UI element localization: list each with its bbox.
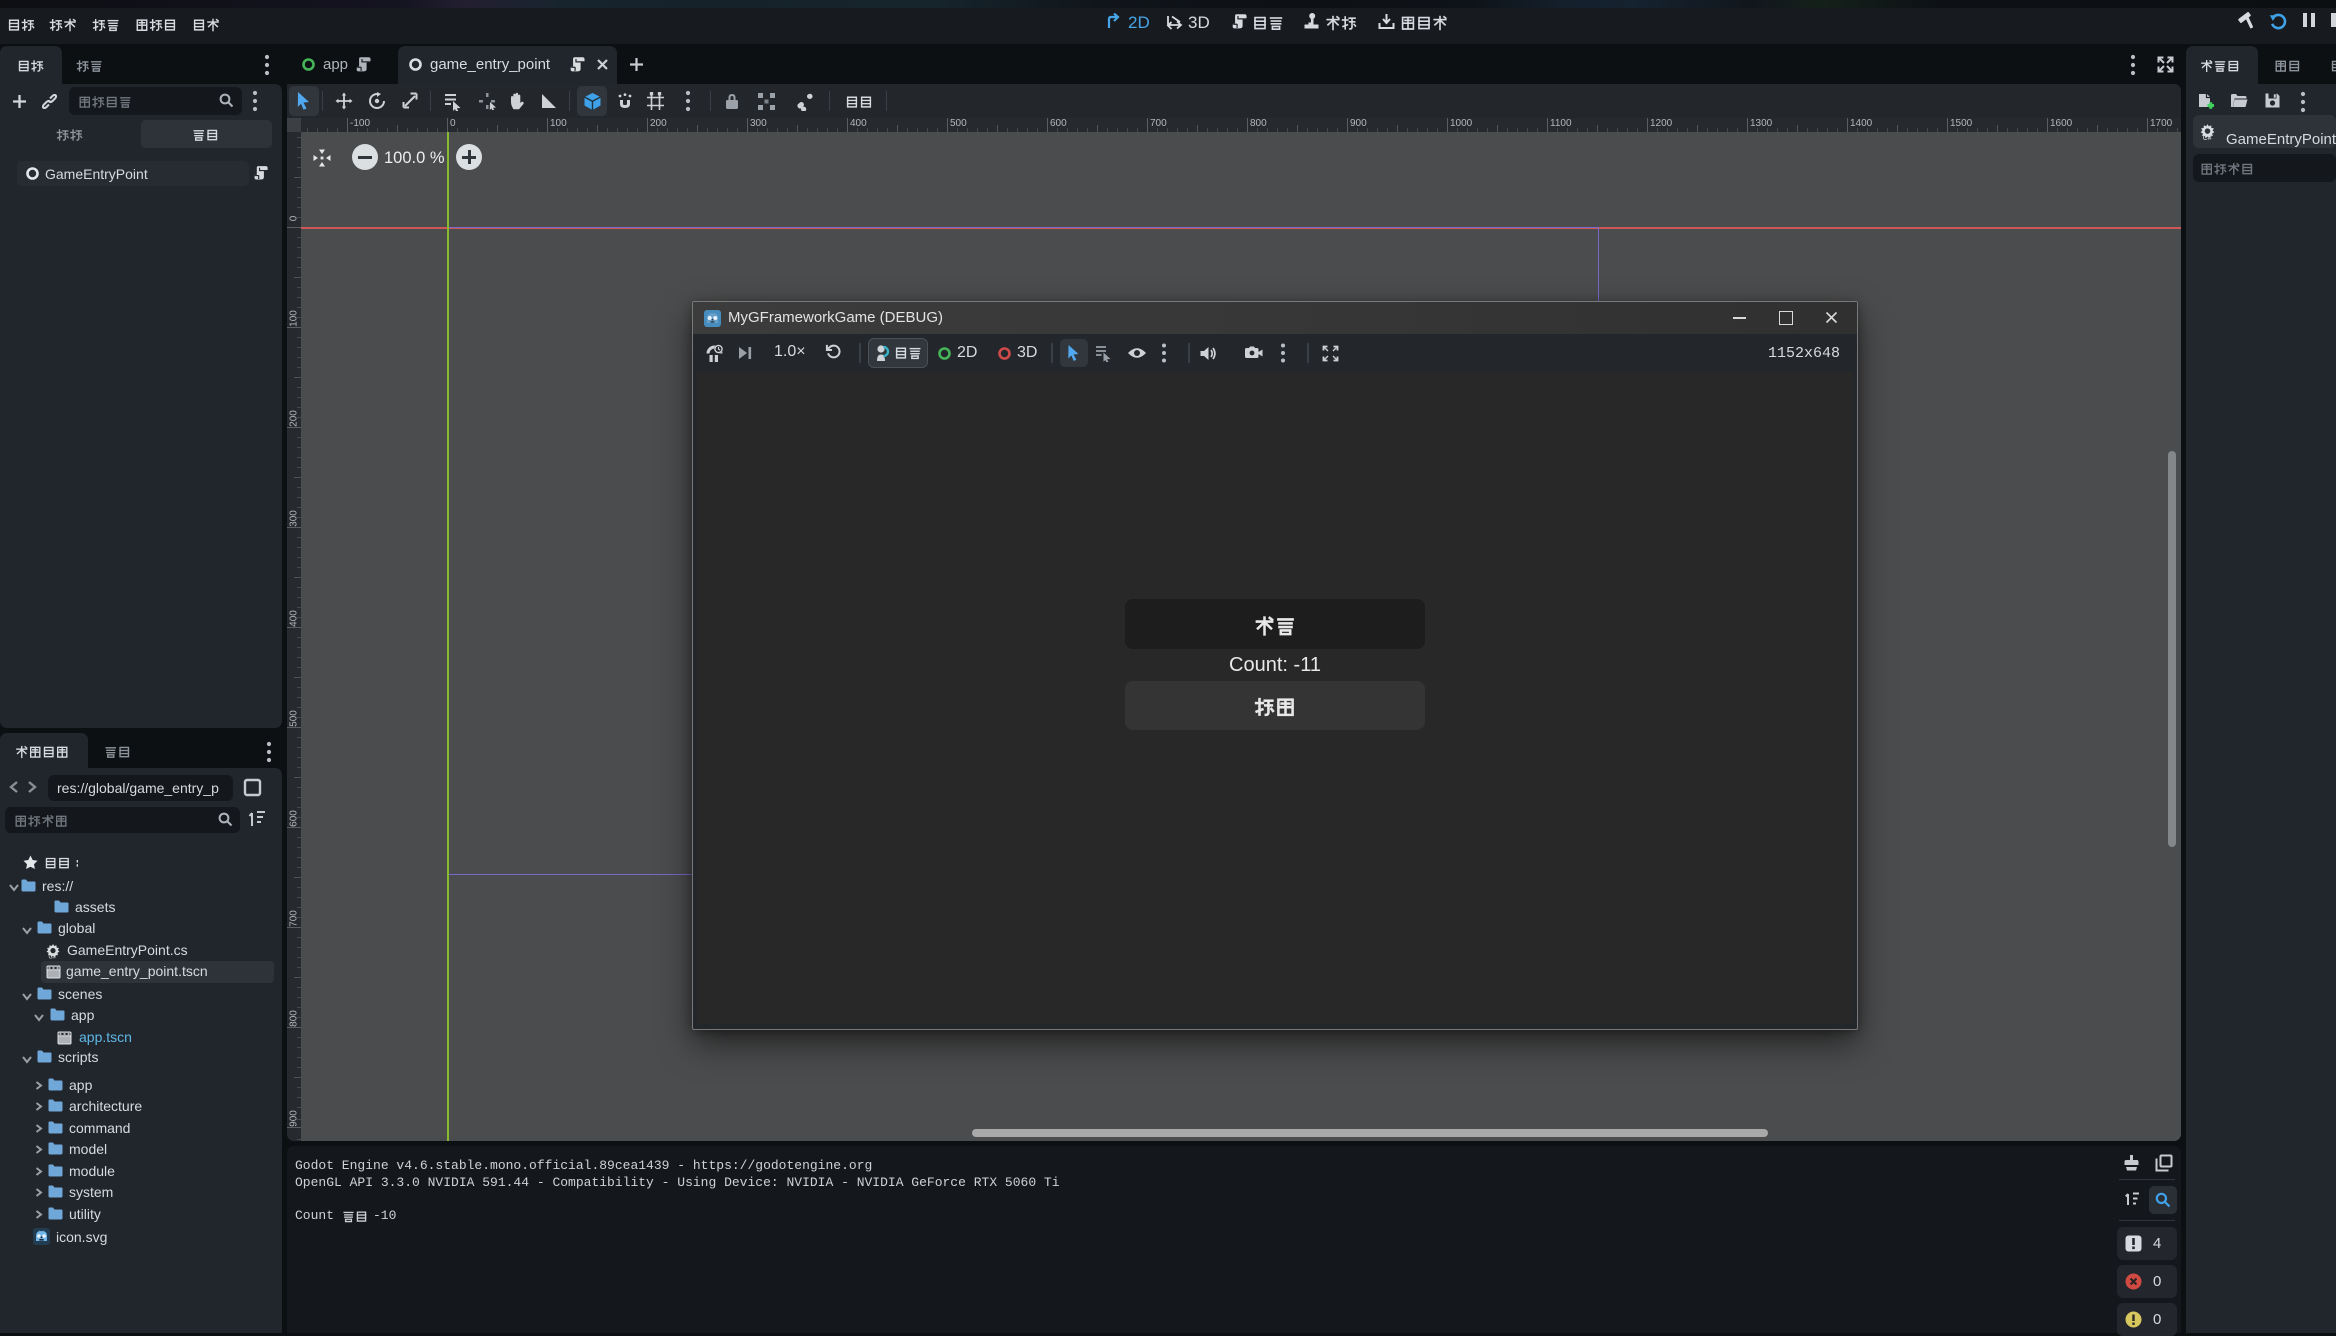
- svg-text:C#: C#: [49, 955, 57, 960]
- svg-text:C#: C#: [2203, 135, 2212, 140]
